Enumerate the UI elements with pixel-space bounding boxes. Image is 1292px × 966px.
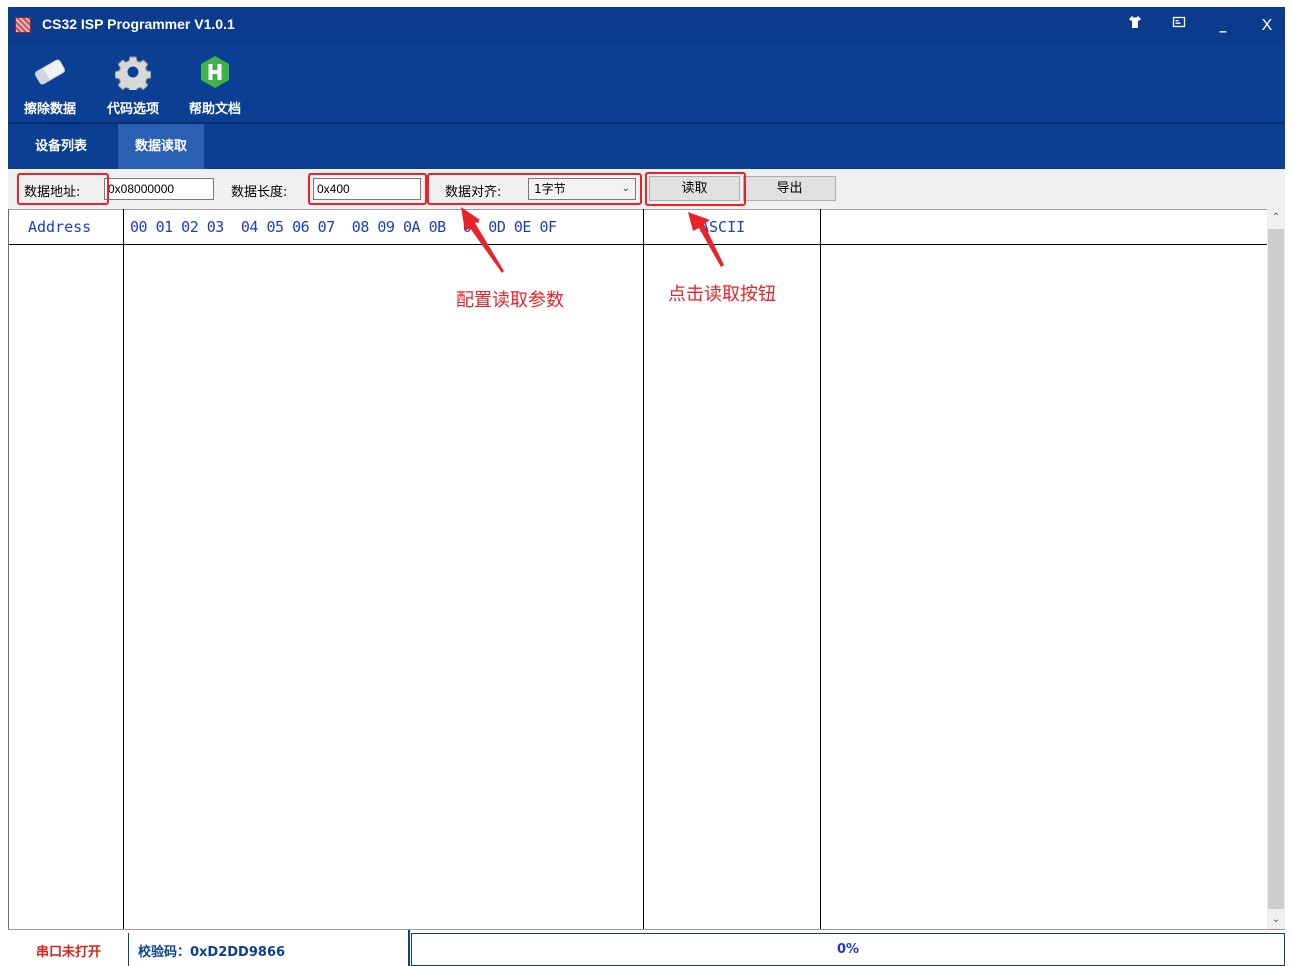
progress-text: 0% (836, 942, 860, 957)
config-params-annotation: 配置读取参数 (456, 290, 564, 311)
checksum-status: 校验码：0xD2DD9866 (138, 945, 286, 960)
annotation-arrows (461, 207, 724, 273)
status-divider-2 (408, 930, 410, 966)
config-arrow (461, 207, 504, 273)
click-read-annotation: 点击读取按钮 (668, 284, 776, 305)
click-arrow (688, 212, 724, 267)
app-window: CS32 ISP Programmer V1.0.1 _ X 擦除数据 代码选项… (8, 7, 1285, 966)
status-divider (128, 933, 129, 966)
progress-bar: 0% (411, 933, 1285, 966)
port-status: 串口未打开 (36, 945, 102, 960)
status-bar: 串口未打开 校验码：0xD2DD9866 0% (8, 929, 1285, 966)
